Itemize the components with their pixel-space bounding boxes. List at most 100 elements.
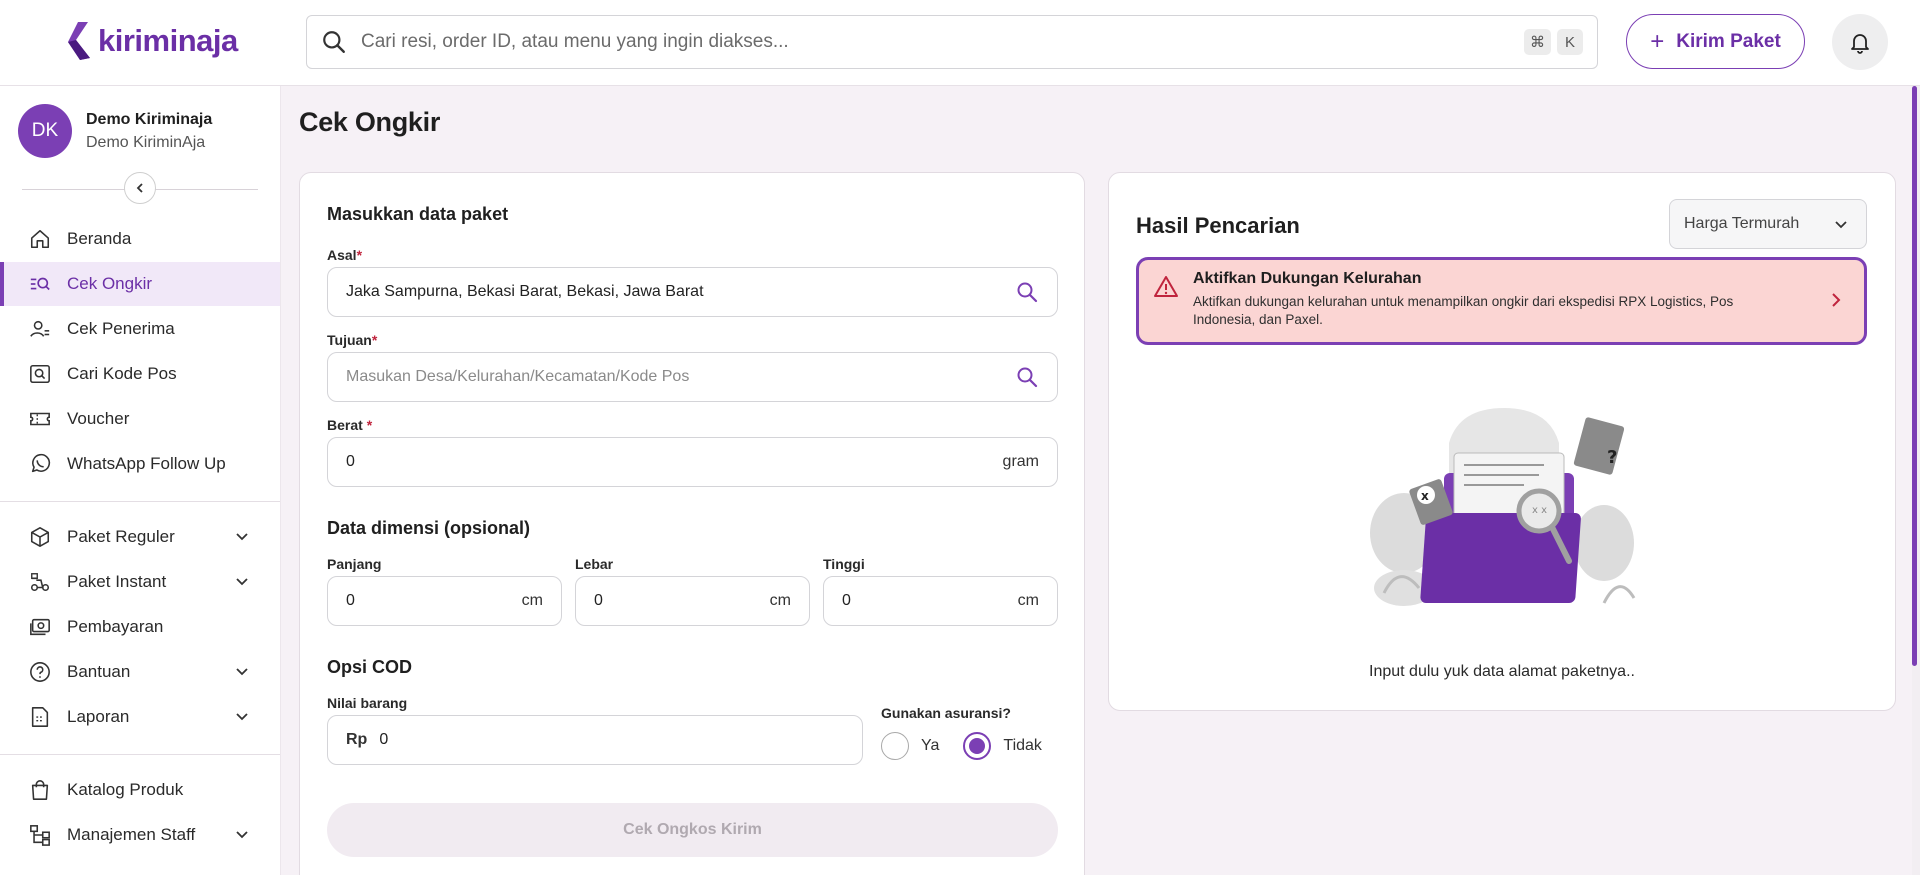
profile-subtitle: Demo KiriminAja: [86, 133, 206, 151]
goods-value-field[interactable]: Rp 0: [327, 715, 863, 765]
sidebar-divider: [0, 501, 280, 502]
origin-label: Asal*: [327, 247, 362, 263]
package-form-card: Masukkan data paket Asal* Jaka Sampurna,…: [299, 172, 1085, 875]
global-search[interactable]: ⌘ K: [306, 15, 1598, 69]
alert-title: Aktifkan Dukungan Kelurahan: [1193, 270, 1422, 287]
search-icon: [323, 31, 345, 53]
bell-icon: [1851, 34, 1869, 54]
sidebar-item-label: Laporan: [67, 707, 130, 726]
section-title-dimension: Data dimensi (opsional): [327, 518, 531, 538]
sidebar-item-label: Paket Reguler: [67, 527, 175, 546]
sidebar-item-pembayaran[interactable]: Pembayaran: [0, 605, 280, 649]
sidebar-divider: [0, 754, 280, 755]
shopping-bag-icon: [28, 778, 52, 802]
insurance-yes-radio[interactable]: [881, 732, 909, 760]
empty-search-illustration: x x ? x: [1370, 408, 1636, 606]
section-title-package: Masukkan data paket: [327, 204, 509, 224]
length-label: Panjang: [327, 556, 382, 572]
sidebar-item-label: Pembayaran: [67, 617, 164, 636]
user-profile[interactable]: DK Demo Kiriminaja Demo KiriminAja: [18, 104, 212, 158]
sidebar-item-laporan[interactable]: Laporan: [0, 695, 280, 739]
destination-field[interactable]: Masukan Desa/Kelurahan/Kecamatan/Kode Po…: [327, 352, 1058, 402]
sidebar-item-label: Cek Ongkir: [67, 274, 153, 293]
whatsapp-icon: [28, 452, 52, 476]
height-value: 0: [842, 592, 851, 609]
chevron-right-icon: [1832, 293, 1841, 307]
sidebar-item-cek-penerima[interactable]: Cek Penerima: [0, 307, 280, 351]
origin-label-text: Asal: [327, 247, 357, 263]
width-field[interactable]: 0 cm: [575, 576, 810, 626]
weight-label-text: Berat: [327, 417, 363, 433]
chevron-down-icon: [236, 713, 248, 721]
destination-label: Tujuan*: [327, 332, 377, 348]
sidebar-item-cari-kode-pos[interactable]: Cari Kode Pos: [0, 352, 280, 396]
sidebar-item-voucher[interactable]: Voucher: [0, 397, 280, 441]
sidebar-item-whatsapp-follow-up[interactable]: WhatsApp Follow Up: [0, 442, 280, 486]
height-label: Tinggi: [823, 556, 865, 572]
home-icon: [28, 227, 52, 251]
shipping-cost-icon: [28, 272, 52, 296]
sidebar-item-katalog-produk[interactable]: Katalog Produk: [0, 768, 280, 812]
length-field[interactable]: 0 cm: [327, 576, 562, 626]
check-shipping-cost-button[interactable]: Cek Ongkos Kirim: [327, 803, 1058, 857]
insurance-no-label[interactable]: Tidak: [1003, 737, 1042, 755]
currency-prefix: Rp: [346, 731, 368, 748]
chevron-down-icon: [236, 668, 248, 676]
send-package-button[interactable]: + Kirim Paket: [1626, 14, 1805, 69]
required-mark: *: [356, 247, 363, 263]
sidebar-item-cek-ongkir[interactable]: Cek Ongkir: [0, 262, 280, 306]
sidebar-item-manajemen-staff[interactable]: Manajemen Staff: [0, 813, 280, 857]
empty-state-text: Input dulu yuk data alamat paketnya..: [1369, 663, 1635, 680]
results-title: Hasil Pencarian: [1136, 213, 1300, 238]
avatar: DK: [18, 104, 72, 158]
sidebar-item-beranda[interactable]: Beranda: [0, 217, 280, 261]
sort-select[interactable]: Harga Termurah: [1669, 199, 1867, 249]
origin-value: Jaka Sampurna, Bekasi Barat, Bekasi, Jaw…: [346, 283, 704, 300]
weight-field[interactable]: 0 gram: [327, 437, 1058, 487]
goods-value-label: Nilai barang: [327, 695, 408, 711]
send-package-label: Kirim Paket: [1676, 30, 1781, 52]
radio-selected-dot: [969, 738, 986, 754]
required-mark: *: [366, 417, 373, 433]
sidebar-item-paket-reguler[interactable]: Paket Reguler: [0, 515, 280, 559]
shortcut-key-cmd: ⌘: [1524, 29, 1551, 55]
sidebar-item-label: Cari Kode Pos: [67, 364, 177, 383]
sidebar-item-label: Manajemen Staff: [67, 825, 196, 844]
help-icon: [28, 660, 52, 684]
org-chart-icon: [28, 823, 52, 847]
sidebar-item-bantuan[interactable]: Bantuan: [0, 650, 280, 694]
notification-button[interactable]: [1832, 14, 1888, 70]
shortcut-key-k: K: [1557, 29, 1583, 55]
insurance-no-radio[interactable]: [963, 732, 992, 760]
collapse-sidebar-button[interactable]: [124, 172, 156, 204]
width-value: 0: [594, 592, 603, 609]
top-bar: kiriminaja ⌘ K + Kirim Paket: [0, 0, 1920, 86]
scrollbar-thumb[interactable]: [1912, 86, 1917, 666]
insurance-yes-label[interactable]: Ya: [921, 737, 939, 755]
chevron-down-icon: [1835, 221, 1847, 229]
postcode-search-icon: [28, 362, 52, 386]
page-scrollbar[interactable]: [1912, 86, 1920, 875]
height-field[interactable]: 0 cm: [823, 576, 1058, 626]
search-results-card: Hasil Pencarian Harga Termurah Aktifkan …: [1108, 172, 1896, 711]
sidebar-item-paket-instant[interactable]: Paket Instant: [0, 560, 280, 604]
search-icon[interactable]: [1015, 365, 1039, 389]
sidebar: DK Demo Kiriminaja Demo KiriminAja Beran…: [0, 86, 281, 875]
destination-placeholder: Masukan Desa/Kelurahan/Kecamatan/Kode Po…: [346, 368, 690, 385]
svg-text:x x: x x: [1532, 505, 1547, 516]
width-unit: cm: [769, 592, 791, 609]
kelurahan-support-alert[interactable]: Aktifkan Dukungan Kelurahan Aktifkan duk…: [1136, 257, 1867, 345]
weight-unit: gram: [1002, 453, 1039, 470]
search-input[interactable]: [361, 31, 1518, 53]
sidebar-item-label: Bantuan: [67, 662, 131, 681]
brand-logo[interactable]: kiriminaja: [64, 20, 238, 62]
sort-selected-value: Harga Termurah: [1684, 215, 1800, 232]
search-icon[interactable]: [1015, 280, 1039, 304]
chevron-down-icon: [236, 533, 248, 541]
user-check-icon: [28, 317, 52, 341]
plus-icon: +: [1650, 27, 1665, 55]
origin-field[interactable]: Jaka Sampurna, Bekasi Barat, Bekasi, Jaw…: [327, 267, 1058, 317]
width-label: Lebar: [575, 556, 614, 572]
report-icon: [28, 705, 52, 729]
length-unit: cm: [521, 592, 543, 609]
